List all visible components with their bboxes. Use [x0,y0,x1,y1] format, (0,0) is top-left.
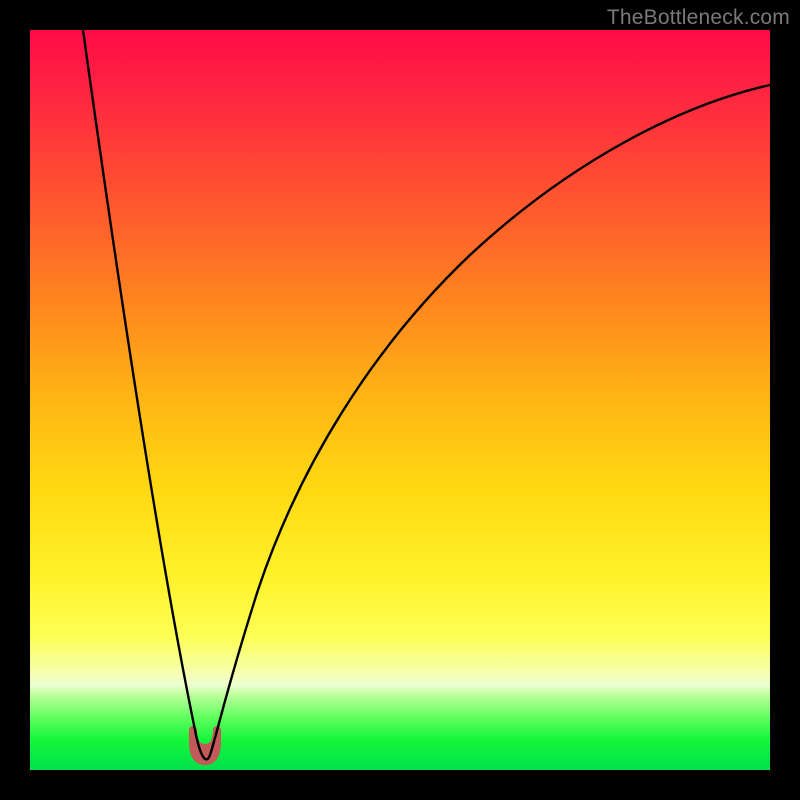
watermark-text: TheBottleneck.com [607,6,790,30]
curve-overlay [30,30,770,770]
bottleneck-curve-path [83,30,770,759]
plot-area [30,30,770,770]
chart-frame: TheBottleneck.com [0,0,800,800]
